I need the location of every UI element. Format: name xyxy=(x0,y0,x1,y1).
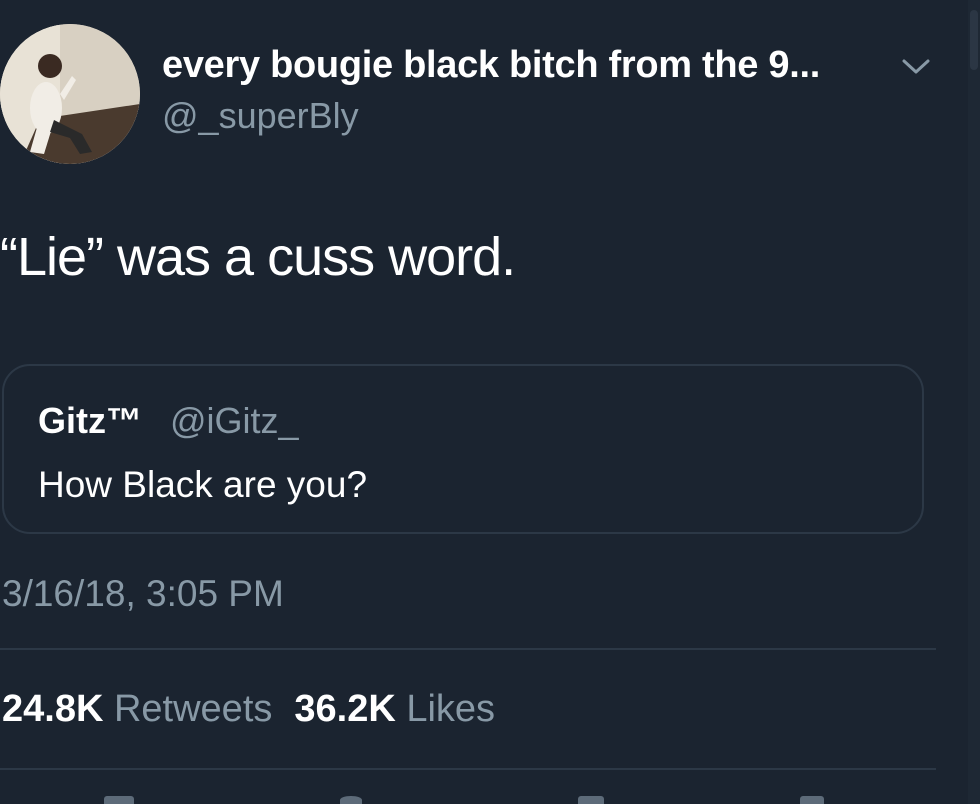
user-handle[interactable]: @_superBly xyxy=(162,95,359,137)
quoted-user-handle: @iGitz_ xyxy=(170,400,299,441)
likes-count: 36.2K xyxy=(294,688,396,730)
quoted-tweet-card[interactable]: Gitz™ @iGitz_ How Black are you? xyxy=(2,364,924,534)
chevron-down-icon[interactable] xyxy=(898,54,934,78)
retweet-icon[interactable] xyxy=(340,796,362,804)
retweets-label: Retweets xyxy=(113,688,273,730)
retweets-stat[interactable]: 24.8K Retweets xyxy=(2,688,272,730)
divider xyxy=(0,648,936,650)
quoted-tweet-text: How Black are you? xyxy=(38,464,368,505)
share-icon[interactable] xyxy=(800,796,824,804)
scrollbar[interactable] xyxy=(968,0,980,804)
retweets-count: 24.8K xyxy=(2,688,104,730)
likes-label: Likes xyxy=(406,688,496,730)
tweet-timestamp[interactable]: 3/16/18, 3:05 PM xyxy=(2,573,284,615)
reply-icon[interactable] xyxy=(104,796,134,804)
action-bar xyxy=(0,780,936,804)
divider xyxy=(0,768,936,770)
engagement-stats: 24.8K Retweets 36.2K Likes xyxy=(2,688,495,731)
scrollbar-thumb[interactable] xyxy=(970,10,978,70)
display-name[interactable]: every bougie black bitch from the 9... xyxy=(162,44,820,87)
avatar-photo xyxy=(0,24,140,164)
avatar[interactable] xyxy=(0,24,140,164)
tweet-text: “Lie” was a cuss word. xyxy=(0,227,516,287)
quoted-display-name: Gitz™ xyxy=(38,400,142,441)
heart-icon[interactable] xyxy=(578,796,604,804)
likes-stat[interactable]: 36.2K Likes xyxy=(294,688,495,730)
